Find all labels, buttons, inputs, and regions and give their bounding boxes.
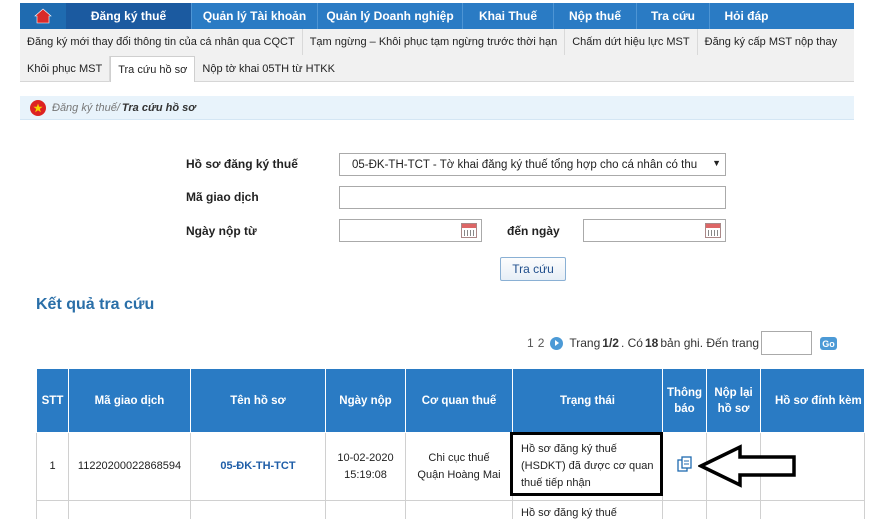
subnav-tam-ngung[interactable]: Tạm ngừng – Khôi phục tạm ngừng trước th… — [303, 29, 566, 55]
tab-nop-thue[interactable]: Nộp thuế — [554, 3, 637, 29]
tab-quan-ly-tai-khoan[interactable]: Quản lý Tài khoản — [192, 3, 318, 29]
subnav-khoi-phuc-mst[interactable]: Khôi phục MST — [20, 56, 111, 82]
pagination: 1 2 Trang 1/2 . Có 18 bản ghi. Đến trang — [527, 336, 759, 350]
ngay-nop-date: 10-02-2020 — [337, 451, 394, 464]
cell-nop-lai — [706, 500, 761, 519]
ho-so-label: Hồ sơ đăng ký thuế — [186, 157, 298, 171]
cell-trang-thai: Hồ sơ đăng ký thuế — [512, 500, 663, 519]
subnav-tra-cuu-ho-so[interactable]: Tra cứu hồ sơ — [110, 56, 196, 82]
table-row: Hồ sơ đăng ký thuế — [36, 500, 865, 519]
dropdown-arrow-icon: ▼ — [712, 158, 721, 168]
cell-co-quan-thue — [405, 500, 513, 519]
page-text-3: bản ghi. Đến trang — [660, 336, 760, 350]
den-ngay-input[interactable] — [583, 219, 726, 242]
tab-hoi-dap[interactable]: Hỏi đáp — [710, 3, 783, 29]
sub-nav: Đăng ký mới thay đổi thông tin của cá nh… — [20, 29, 854, 82]
subnav-cham-dut-mst[interactable]: Chấm dứt hiệu lực MST — [565, 29, 698, 55]
cell-ngay-nop: 10-02-2020 15:19:08 — [325, 432, 406, 501]
ngay-nop-time: 15:19:08 — [344, 468, 387, 481]
ho-so-select-value: 05-ĐK-TH-TCT - Tờ khai đăng ký thuế tổng… — [352, 158, 698, 171]
col-header-ten-ho-so: Tên hồ sơ — [190, 368, 326, 433]
ten-ho-so-link[interactable]: 05-ĐK-TH-TCT — [220, 460, 295, 472]
page-current: 1/2 — [602, 336, 619, 350]
calendar-icon[interactable] — [705, 223, 721, 238]
breadcrumb: Đăng ký thuế/ Tra cứu hồ sơ — [20, 96, 854, 120]
page-link-2[interactable]: 2 — [538, 336, 545, 350]
den-ngay-label: đến ngày — [507, 224, 560, 238]
ma-giao-dich-input[interactable] — [339, 186, 726, 209]
cell-thong-bao — [662, 500, 707, 519]
search-button[interactable]: Tra cứu — [500, 257, 566, 281]
col-header-ngay-nop: Ngày nộp — [325, 368, 406, 433]
col-header-thong-bao: Thông báo — [662, 368, 707, 433]
goto-page-input[interactable] — [761, 331, 812, 355]
co-quan-line-2: Quận Hoàng Mai — [417, 468, 501, 481]
record-count: 18 — [644, 336, 659, 350]
ma-giao-dich-label: Mã giao dịch — [186, 190, 259, 204]
col-header-ho-so-dinh-kem: Hồ sơ đính kèm — [760, 368, 865, 433]
tab-dang-ky-thue[interactable]: Đăng ký thuế — [66, 3, 192, 29]
breadcrumb-parent[interactable]: Đăng ký thuế/ — [52, 102, 120, 114]
subnav-dang-ky-cap-mst[interactable]: Đăng ký cấp MST nộp thay — [698, 29, 844, 55]
sub-nav-row-2: Khôi phục MST Tra cứu hồ sơ Nộp tờ khai … — [20, 56, 342, 82]
tab-khai-thue[interactable]: Khai Thuế — [463, 3, 554, 29]
page-text-2: . Có — [620, 336, 643, 350]
page-link-1[interactable]: 1 — [527, 336, 534, 350]
home-icon[interactable] — [20, 3, 66, 29]
ngay-nop-tu-label: Ngày nộp từ — [186, 224, 257, 238]
cell-stt: 1 — [36, 432, 69, 501]
cell-ma-giao-dich: 11220200022868594 — [68, 432, 191, 501]
co-quan-line-1: Chi cục thuế — [428, 451, 490, 464]
table-header-row: STT Mã giao dịch Tên hồ sơ Ngày nộp Cơ q… — [36, 368, 865, 433]
cell-ma-giao-dich — [68, 500, 191, 519]
cell-ten-ho-so — [190, 500, 326, 519]
col-header-nop-lai-ho-so: Nộp lại hồ sơ — [706, 368, 761, 433]
page-text-1: Trang — [569, 336, 601, 350]
tab-quan-ly-doanh-nghiep[interactable]: Quản lý Doanh nghiệp — [318, 3, 463, 29]
ngay-nop-tu-input[interactable] — [339, 219, 482, 242]
breadcrumb-current: Tra cứu hồ sơ — [121, 101, 196, 114]
go-button[interactable]: Go — [820, 337, 837, 350]
next-page-icon[interactable] — [550, 336, 564, 350]
col-header-stt: STT — [36, 368, 69, 433]
national-emblem-icon — [30, 99, 46, 116]
cell-dinh-kem — [760, 500, 865, 519]
cell-co-quan-thue: Chi cục thuế Quận Hoàng Mai — [405, 432, 513, 501]
ho-so-select[interactable]: 05-ĐK-TH-TCT - Tờ khai đăng ký thuế tổng… — [339, 153, 726, 176]
results-title: Kết quả tra cứu — [36, 296, 155, 313]
col-header-trang-thai: Trạng thái — [512, 368, 663, 433]
col-header-ma-giao-dich: Mã giao dịch — [68, 368, 191, 433]
subnav-nop-to-khai-05th[interactable]: Nộp tờ khai 05TH từ HTKK — [195, 56, 342, 82]
left-arrow-annotation — [698, 444, 796, 488]
top-nav: Đăng ký thuế Quản lý Tài khoản Quản lý D… — [20, 3, 854, 29]
subnav-dang-ky-moi[interactable]: Đăng ký mới thay đổi thông tin của cá nh… — [20, 29, 303, 55]
cell-ngay-nop — [325, 500, 406, 519]
tab-tra-cuu[interactable]: Tra cứu — [637, 3, 710, 29]
cell-stt — [36, 500, 69, 519]
status-highlight-box — [510, 432, 663, 496]
notification-document-icon[interactable] — [676, 455, 694, 473]
sub-nav-row-1: Đăng ký mới thay đổi thông tin của cá nh… — [20, 29, 844, 55]
col-header-co-quan-thue: Cơ quan thuế — [405, 368, 513, 433]
calendar-icon[interactable] — [461, 223, 477, 238]
